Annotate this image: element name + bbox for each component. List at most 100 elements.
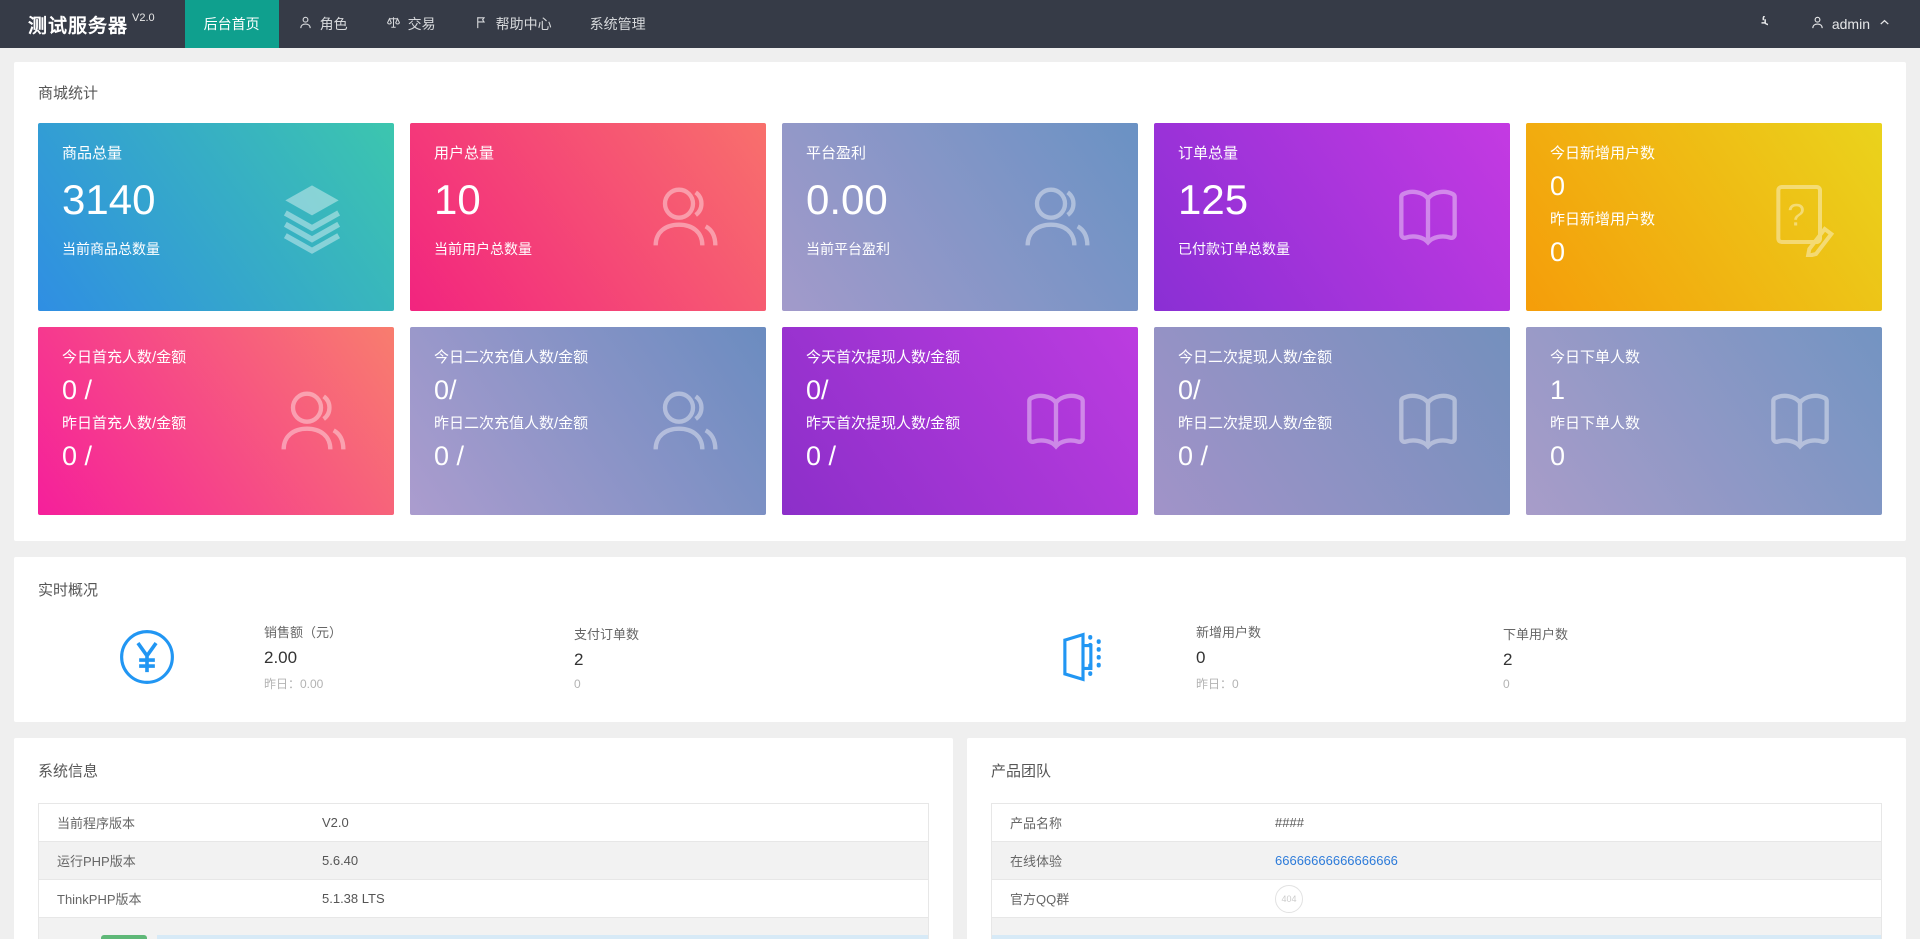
brand-name: 测试服务器 bbox=[28, 11, 128, 38]
user-menu[interactable]: admin bbox=[1792, 0, 1920, 48]
realtime-stats-row: 销售额（元） 2.00 昨日：0.00 支付订单数 2 0 新增用户数 0 昨日… bbox=[38, 622, 1882, 692]
book-icon bbox=[1388, 177, 1468, 257]
people-icon bbox=[1016, 177, 1096, 257]
update-button[interactable] bbox=[101, 935, 147, 939]
nav-item-home[interactable]: 后台首页 bbox=[185, 0, 279, 48]
card-label: 今日首充人数/金额 bbox=[62, 347, 370, 369]
product-team-table: 产品名称 #### 在线体验 66666666666666666 官方QQ群 4… bbox=[991, 803, 1882, 939]
nav-item-system[interactable]: 系统管理 bbox=[571, 0, 665, 48]
table-row: 当前程序版本 V2.0 bbox=[39, 804, 928, 842]
book-icon bbox=[1016, 381, 1096, 461]
bottom-row: 系统信息 当前程序版本 V2.0 运行PHP版本 5.6.40 ThinkPHP… bbox=[14, 738, 1906, 939]
stat-value: 2 bbox=[1503, 650, 1568, 670]
stat-new-users: 新增用户数 0 昨日：0 bbox=[1196, 622, 1503, 692]
chevron-up-icon bbox=[1877, 15, 1892, 33]
row-label: 产品名称 bbox=[992, 813, 1275, 832]
stat-label: 销售额（元） bbox=[264, 622, 574, 641]
people-icon bbox=[272, 381, 352, 461]
stat-card-today-orders: 今日下单人数 1 昨日下单人数 0 bbox=[1526, 327, 1882, 515]
nav-right: admin bbox=[1727, 0, 1920, 48]
qq-group-badge[interactable]: 404 bbox=[1275, 885, 1303, 913]
stat-card-new-users: 今日新增用户数 0 昨日新增用户数 0 ? bbox=[1526, 123, 1882, 311]
row-label: 运行PHP版本 bbox=[39, 851, 322, 870]
file-question-icon: ? bbox=[1760, 177, 1840, 257]
stat-card-second-withdraw: 今日二次提现人数/金额 0/ 昨日二次提现人数/金额 0 / bbox=[1154, 327, 1510, 515]
stat-card-orders-total: 订单总量 125 已付款订单总数量 bbox=[1154, 123, 1510, 311]
nav-item-roles[interactable]: 角色 bbox=[279, 0, 367, 48]
row-value: 5.1.38 LTS bbox=[322, 891, 385, 906]
card-label: 今日二次提现人数/金额 bbox=[1178, 347, 1486, 369]
stat-card-second-recharge: 今日二次充值人数/金额 0/ 昨日二次充值人数/金额 0 / bbox=[410, 327, 766, 515]
nav-item-trade-label: 交易 bbox=[408, 14, 436, 34]
card-label: 今日二次充值人数/金额 bbox=[434, 347, 742, 369]
refresh-button[interactable] bbox=[1727, 0, 1792, 48]
nav-menu: 后台首页 角色 交易 帮助中心 系统管理 bbox=[185, 0, 665, 48]
table-row: 产品名称 #### bbox=[992, 804, 1881, 842]
system-info-title: 系统信息 bbox=[38, 760, 929, 781]
stat-value: 0 bbox=[1196, 648, 1503, 668]
nav-item-trade[interactable]: 交易 bbox=[367, 0, 455, 48]
people-icon bbox=[644, 381, 724, 461]
table-row: 在线体验 66666666666666666 bbox=[992, 842, 1881, 880]
flag-icon bbox=[474, 15, 489, 33]
row-label: 官方QQ群 bbox=[992, 889, 1275, 908]
realtime-panel: 实时概况 销售额（元） 2.00 昨日：0.00 支付订单数 2 0 新增用户数… bbox=[14, 557, 1906, 722]
nav-item-help-label: 帮助中心 bbox=[496, 14, 552, 34]
card-label: 商品总量 bbox=[62, 143, 370, 165]
stat-sub: 昨日：0 bbox=[1196, 675, 1503, 692]
stat-label: 新增用户数 bbox=[1196, 622, 1503, 641]
mall-stats-title: 商城统计 bbox=[38, 82, 1882, 103]
stat-label: 支付订单数 bbox=[574, 624, 1054, 643]
card-label: 用户总量 bbox=[434, 143, 742, 165]
username: admin bbox=[1832, 16, 1870, 32]
nav-item-roles-label: 角色 bbox=[320, 14, 348, 34]
stat-label: 下单用户数 bbox=[1503, 624, 1568, 643]
row-value: 5.6.40 bbox=[322, 853, 358, 868]
row-value: #### bbox=[1275, 815, 1304, 830]
system-info-panel: 系统信息 当前程序版本 V2.0 运行PHP版本 5.6.40 ThinkPHP… bbox=[14, 738, 953, 939]
stat-card-users-total: 用户总量 10 当前用户总数量 bbox=[410, 123, 766, 311]
mall-stats-panel: 商城统计 商品总量 3140 当前商品总数量 用户总量 10 当前用户总数量 平… bbox=[14, 62, 1906, 541]
brand: 测试服务器 V2.0 bbox=[0, 0, 185, 48]
stat-sub: 0 bbox=[574, 677, 1054, 691]
person-icon bbox=[298, 15, 313, 33]
brand-version: V2.0 bbox=[132, 12, 155, 24]
book-icon bbox=[1760, 381, 1840, 461]
stat-sales: 销售额（元） 2.00 昨日：0.00 bbox=[264, 622, 574, 692]
row-value: V2.0 bbox=[322, 815, 349, 830]
online-demo-link[interactable]: 66666666666666666 bbox=[1275, 853, 1398, 868]
realtime-title: 实时概况 bbox=[38, 579, 1882, 600]
nav-item-help[interactable]: 帮助中心 bbox=[455, 0, 571, 48]
progress-strip bbox=[992, 935, 1881, 939]
card-label: 今天首次提现人数/金额 bbox=[806, 347, 1114, 369]
people-icon bbox=[644, 177, 724, 257]
table-row: 运行PHP版本 5.6.40 bbox=[39, 842, 928, 880]
navbar: 测试服务器 V2.0 后台首页 角色 交易 帮助中心 系统管理 bbox=[0, 0, 1920, 48]
system-info-table: 当前程序版本 V2.0 运行PHP版本 5.6.40 ThinkPHP版本 5.… bbox=[38, 803, 929, 939]
table-row-partial bbox=[992, 918, 1881, 939]
table-row: ThinkPHP版本 5.1.38 LTS bbox=[39, 880, 928, 918]
stat-card-first-recharge: 今日首充人数/金额 0 / 昨日首充人数/金额 0 / bbox=[38, 327, 394, 515]
card-label: 今日下单人数 bbox=[1550, 347, 1858, 369]
table-row-partial bbox=[39, 918, 928, 939]
book-icon bbox=[1388, 381, 1468, 461]
stat-card-products-total: 商品总量 3140 当前商品总数量 bbox=[38, 123, 394, 311]
user-icon bbox=[1810, 15, 1825, 33]
stat-sub: 0 bbox=[1503, 677, 1568, 691]
stat-paid-orders: 支付订单数 2 0 bbox=[574, 624, 1054, 691]
stat-cards-grid: 商品总量 3140 当前商品总数量 用户总量 10 当前用户总数量 平台盈利 0… bbox=[38, 123, 1882, 515]
layers-icon bbox=[272, 177, 352, 257]
card-label: 今日新增用户数 bbox=[1550, 143, 1858, 165]
card-label: 订单总量 bbox=[1178, 143, 1486, 165]
nav-item-home-label: 后台首页 bbox=[204, 14, 260, 34]
nav-item-system-label: 系统管理 bbox=[590, 14, 646, 34]
row-label: 当前程序版本 bbox=[39, 813, 322, 832]
progress-strip bbox=[157, 935, 928, 939]
stat-sub: 昨日：0.00 bbox=[264, 675, 574, 692]
table-row: 官方QQ群 404 bbox=[992, 880, 1881, 918]
scales-icon bbox=[386, 15, 401, 33]
stat-value: 2.00 bbox=[264, 648, 574, 668]
row-label: ThinkPHP版本 bbox=[39, 889, 322, 908]
card-label: 平台盈利 bbox=[806, 143, 1114, 165]
product-team-panel: 产品团队 产品名称 #### 在线体验 66666666666666666 官方… bbox=[967, 738, 1906, 939]
